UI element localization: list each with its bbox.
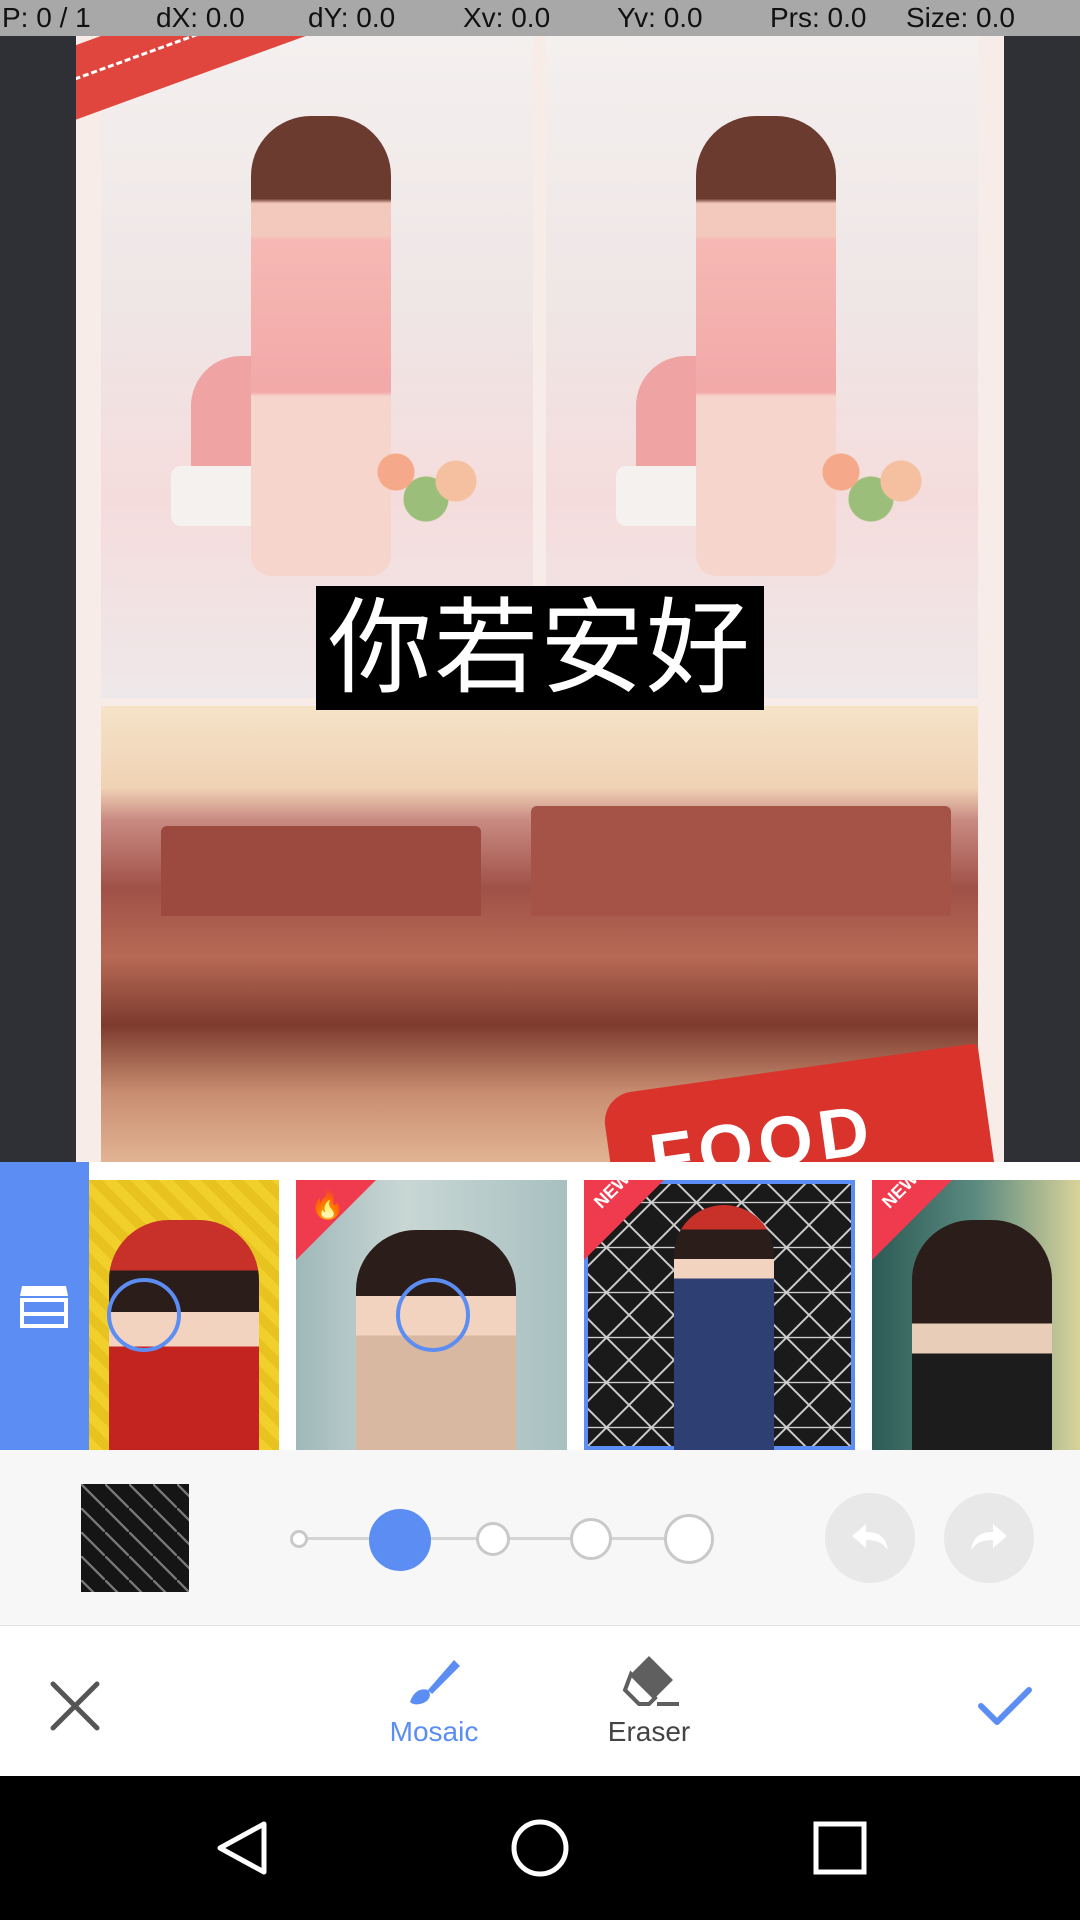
eraser-tool-button[interactable]: Eraser — [584, 1646, 714, 1756]
home-circle-icon — [511, 1819, 569, 1877]
brush-size-2[interactable] — [369, 1509, 431, 1571]
checkmark-icon — [978, 1687, 1032, 1725]
mesa-shape — [161, 826, 481, 916]
redo-icon — [971, 1524, 1007, 1550]
touch-size: Size: 0.0 — [906, 2, 1015, 33]
store-button[interactable] — [0, 1162, 89, 1450]
food-banner-text: FOOD — [644, 1089, 880, 1162]
delta-y: dY: 0.0 — [308, 2, 396, 33]
editor-canvas[interactable]: FOOD 你若安好 — [0, 0, 1080, 1162]
mosaic-tool-button[interactable]: Mosaic — [369, 1646, 499, 1756]
pattern-thumbnail-selected[interactable]: NEW — [584, 1180, 855, 1450]
undo-button[interactable] — [825, 1493, 915, 1583]
brush-size-5[interactable] — [664, 1514, 714, 1564]
mesa-shape — [531, 806, 951, 916]
pressure: Prs: 0.0 — [770, 2, 867, 33]
confirm-button[interactable] — [975, 1676, 1035, 1736]
text-sticker[interactable]: 你若安好 — [316, 586, 764, 710]
brush-ring-icon — [107, 1278, 181, 1352]
home-button[interactable] — [508, 1816, 572, 1880]
mosaic-tool-label: Mosaic — [389, 1716, 479, 1747]
pattern-preview — [81, 1484, 189, 1592]
pointer-location-bar: P: 0 / 1 dX: 0.0 dY: 0.0 Xv: 0.0 Yv: 0.0… — [0, 0, 1080, 36]
thumbnail-person — [674, 1205, 774, 1450]
undo-icon — [852, 1524, 888, 1550]
brush-size-1[interactable] — [290, 1530, 308, 1548]
flowers-illustration — [796, 436, 946, 526]
fire-icon: 🔥 — [310, 1189, 345, 1220]
flowers-illustration — [351, 436, 501, 526]
pattern-thumbnail[interactable] — [89, 1180, 279, 1450]
back-triangle-icon — [217, 1821, 267, 1875]
pattern-thumbnail[interactable]: NEW — [872, 1180, 1080, 1450]
eraser-tool-label: Eraser — [607, 1716, 691, 1747]
mosaic-pattern-list[interactable]: 🔥 NEW NEW — [0, 1162, 1080, 1450]
brush-ring-icon — [396, 1278, 470, 1352]
store-icon — [20, 1286, 68, 1328]
redo-button[interactable] — [944, 1493, 1034, 1583]
brush-icon — [410, 1660, 460, 1705]
pointer-count: P: 0 / 1 — [2, 2, 91, 33]
brush-size-4[interactable] — [570, 1518, 612, 1560]
tool-bar: Mosaic Eraser — [0, 1625, 1080, 1777]
velocity-x: Xv: 0.0 — [463, 2, 551, 33]
system-navigation-bar — [0, 1776, 1080, 1920]
brush-size-3[interactable] — [476, 1522, 510, 1556]
recents-square-icon — [813, 1821, 867, 1875]
pattern-thumbnail[interactable]: 🔥 — [296, 1180, 567, 1450]
cancel-button[interactable] — [45, 1676, 105, 1736]
close-icon — [50, 1681, 100, 1731]
brush-size-row — [0, 1450, 1080, 1625]
recents-button[interactable] — [808, 1816, 872, 1880]
back-button[interactable] — [210, 1816, 274, 1880]
delta-x: dX: 0.0 — [156, 2, 245, 33]
velocity-y: Yv: 0.0 — [617, 2, 703, 33]
eraser-icon — [622, 1656, 679, 1706]
